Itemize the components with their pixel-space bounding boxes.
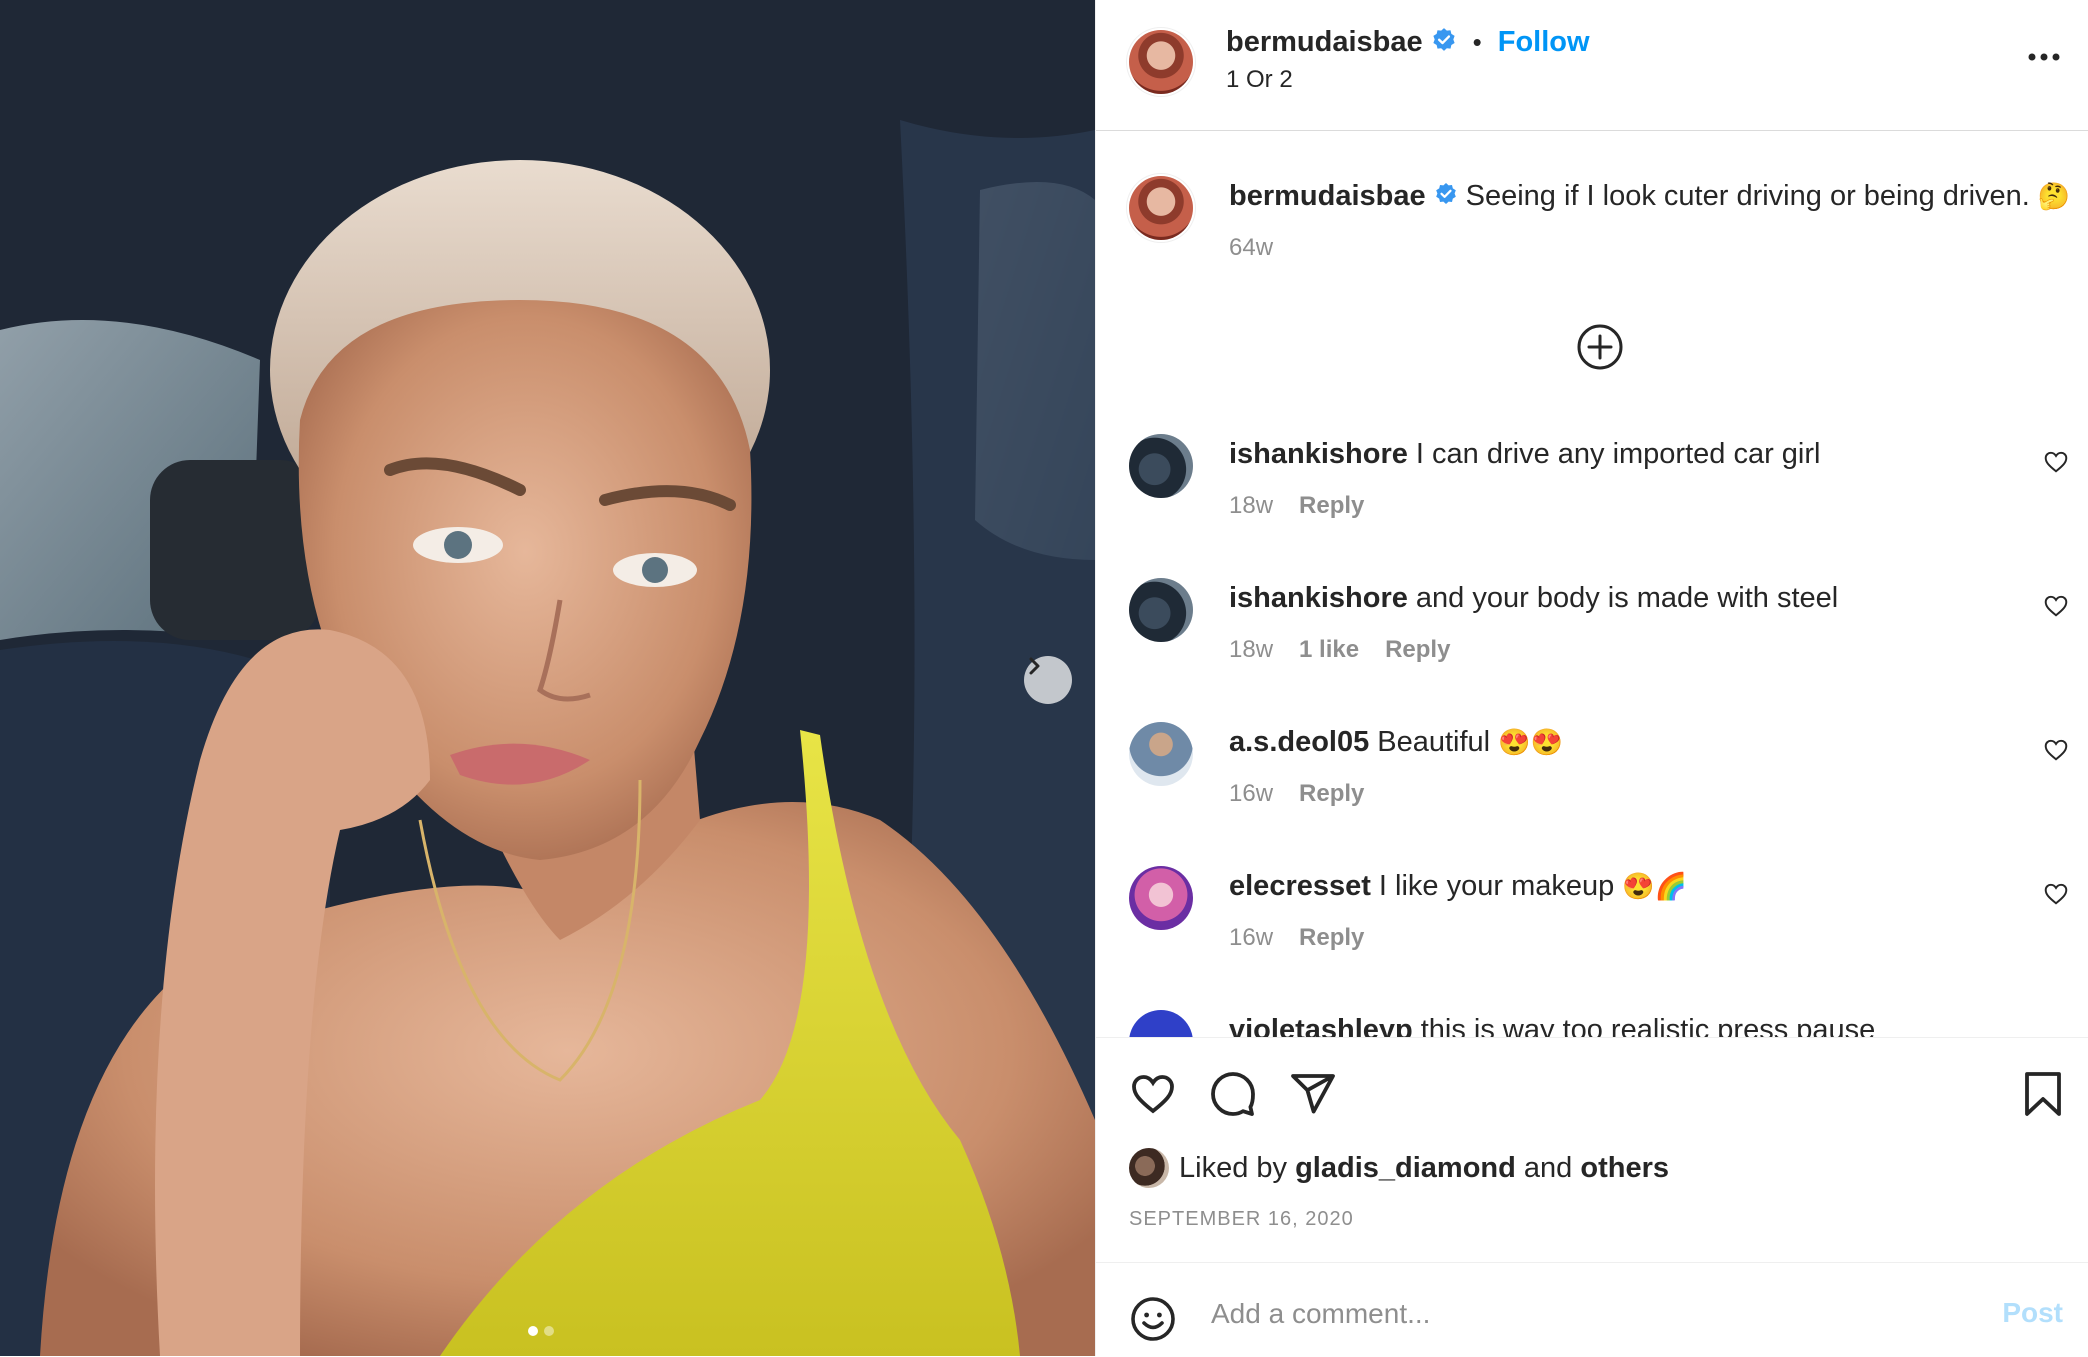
post-date[interactable]: SEPTEMBER 16, 2020 bbox=[1129, 1208, 1354, 1231]
comment-text: this is way too realistic press pause bbox=[1420, 1014, 1876, 1037]
caption-age[interactable]: 64w bbox=[1229, 234, 1273, 262]
reply-button[interactable]: Reply bbox=[1299, 924, 1364, 952]
comment-username[interactable]: ishankishore bbox=[1229, 438, 1408, 470]
comment-line: a.s.deol05 Beautiful 😍😍 bbox=[1229, 722, 1563, 762]
liker-avatar[interactable] bbox=[1129, 1148, 1169, 1188]
comment-age[interactable]: 16w bbox=[1229, 924, 1273, 952]
carousel-dot-active bbox=[528, 1326, 538, 1336]
likes-others-link[interactable]: others bbox=[1580, 1152, 1669, 1185]
speech-bubble-icon bbox=[1211, 1072, 1255, 1116]
caption-avatar[interactable] bbox=[1129, 176, 1193, 240]
comments-list[interactable]: bermudaisbae Seeing if I look cuter drivi… bbox=[1096, 131, 2088, 1037]
comment-username[interactable]: ishankishore bbox=[1229, 582, 1408, 614]
photo-illustration bbox=[0, 0, 1095, 1356]
comment-input[interactable] bbox=[1209, 1285, 1913, 1343]
share-button[interactable] bbox=[1289, 1070, 1337, 1123]
verified-badge-icon bbox=[1431, 27, 1457, 58]
liked-by-prefix: Liked by bbox=[1179, 1151, 1288, 1184]
post-subtitle[interactable]: 1 Or 2 bbox=[1226, 66, 1293, 94]
bookmark-icon bbox=[2025, 1072, 2061, 1116]
post-header: bermudaisbae • Follow 1 Or 2 bbox=[1096, 0, 2088, 131]
author-line: bermudaisbae • Follow bbox=[1226, 26, 1590, 59]
like-comment-button[interactable] bbox=[2043, 593, 2069, 624]
liker-username[interactable]: gladis_diamond bbox=[1295, 1152, 1516, 1185]
post-comment-button[interactable]: Post bbox=[2002, 1297, 2063, 1329]
post-photo[interactable] bbox=[0, 0, 1095, 1356]
author-avatar[interactable] bbox=[1129, 30, 1193, 94]
caption-emoji: 🤔 bbox=[2037, 181, 2071, 211]
comment-line: ishankishore I can drive any imported car… bbox=[1229, 434, 1820, 474]
comment-composer: Post bbox=[1096, 1262, 2088, 1357]
plus-circle-icon bbox=[1577, 324, 1623, 370]
comment-text: I like your makeup bbox=[1378, 870, 1615, 902]
carousel-dot bbox=[544, 1326, 554, 1336]
heart-outline-icon bbox=[2044, 883, 2068, 905]
post-actions: Liked by gladis_diamond and others SEPTE… bbox=[1096, 1037, 2088, 1266]
comment-meta: 18w 1 like Reply bbox=[1229, 636, 1450, 664]
commenter-avatar[interactable] bbox=[1129, 1010, 1193, 1037]
commenter-avatar[interactable] bbox=[1129, 578, 1193, 642]
caption-line: bermudaisbae Seeing if I look cuter drivi… bbox=[1229, 176, 2070, 217]
reply-button[interactable]: Reply bbox=[1385, 636, 1450, 664]
liked-by-conjunction: and bbox=[1523, 1151, 1573, 1184]
like-comment-button[interactable] bbox=[2043, 881, 2069, 912]
save-post-button[interactable] bbox=[2021, 1070, 2065, 1123]
liked-by-summary: Liked by gladis_diamond and others bbox=[1129, 1148, 1669, 1188]
comment-meta: 16w Reply bbox=[1229, 780, 1364, 808]
caption-meta: 64w bbox=[1229, 234, 1273, 262]
verified-badge-icon bbox=[1434, 177, 1458, 217]
reply-button[interactable]: Reply bbox=[1299, 492, 1364, 520]
comment-meta: 16w Reply bbox=[1229, 924, 1364, 952]
comment-username[interactable]: elecresset bbox=[1229, 870, 1371, 902]
comment-line: violetashleyp this is way too realistic p… bbox=[1229, 1010, 1875, 1037]
comment-username[interactable]: a.s.deol05 bbox=[1229, 726, 1369, 758]
heart-outline-icon bbox=[1132, 1075, 1174, 1114]
caption-username[interactable]: bermudaisbae bbox=[1229, 180, 1426, 212]
heart-outline-icon bbox=[2044, 595, 2068, 617]
emoji-picker-button[interactable] bbox=[1129, 1295, 1177, 1348]
like-comment-button[interactable] bbox=[2043, 737, 2069, 768]
comment-button[interactable] bbox=[1209, 1070, 1257, 1123]
heart-outline-icon bbox=[2044, 451, 2068, 473]
comment-text: I can drive any imported car girl bbox=[1415, 438, 1821, 470]
author-username[interactable]: bermudaisbae bbox=[1226, 26, 1423, 59]
follow-button[interactable]: Follow bbox=[1498, 26, 1590, 59]
comment-age[interactable]: 18w bbox=[1229, 636, 1273, 664]
load-more-comments-button[interactable] bbox=[1576, 323, 1624, 376]
comment-username[interactable]: violetashleyp bbox=[1229, 1014, 1413, 1037]
caption-text: Seeing if I look cuter driving or being … bbox=[1465, 180, 2030, 212]
smiley-icon bbox=[1131, 1297, 1175, 1341]
comment-line: ishankishore and your body is made with s… bbox=[1229, 578, 1838, 618]
chevron-right-icon bbox=[1029, 657, 1040, 675]
more-options-button[interactable] bbox=[2027, 50, 2061, 68]
comment-text: and your body is made with steel bbox=[1415, 582, 1839, 614]
comment-meta: 18w Reply bbox=[1229, 492, 1364, 520]
heart-outline-icon bbox=[2044, 739, 2068, 761]
comment-emoji: 😍🌈 bbox=[1622, 871, 1688, 901]
paper-plane-icon bbox=[1291, 1074, 1335, 1114]
like-comment-button[interactable] bbox=[2043, 449, 2069, 480]
comment-age[interactable]: 18w bbox=[1229, 492, 1273, 520]
separator-dot: • bbox=[1472, 27, 1482, 57]
comment-age[interactable]: 16w bbox=[1229, 780, 1273, 808]
comment-line: elecresset I like your makeup 😍🌈 bbox=[1229, 866, 1687, 906]
comment-likes[interactable]: 1 like bbox=[1299, 636, 1359, 664]
commenter-avatar[interactable] bbox=[1129, 722, 1193, 786]
commenter-avatar[interactable] bbox=[1129, 434, 1193, 498]
carousel-indicator bbox=[528, 1326, 554, 1336]
comment-text: Beautiful bbox=[1377, 726, 1491, 758]
commenter-avatar[interactable] bbox=[1129, 866, 1193, 930]
comment-emoji: 😍😍 bbox=[1498, 727, 1563, 757]
post-detail-panel: bermudaisbae • Follow 1 Or 2 bermudaisba… bbox=[1095, 0, 2088, 1356]
reply-button[interactable]: Reply bbox=[1299, 780, 1364, 808]
ellipsis-icon bbox=[2028, 53, 2060, 61]
next-photo-button[interactable] bbox=[1024, 656, 1072, 704]
like-post-button[interactable] bbox=[1129, 1070, 1177, 1123]
